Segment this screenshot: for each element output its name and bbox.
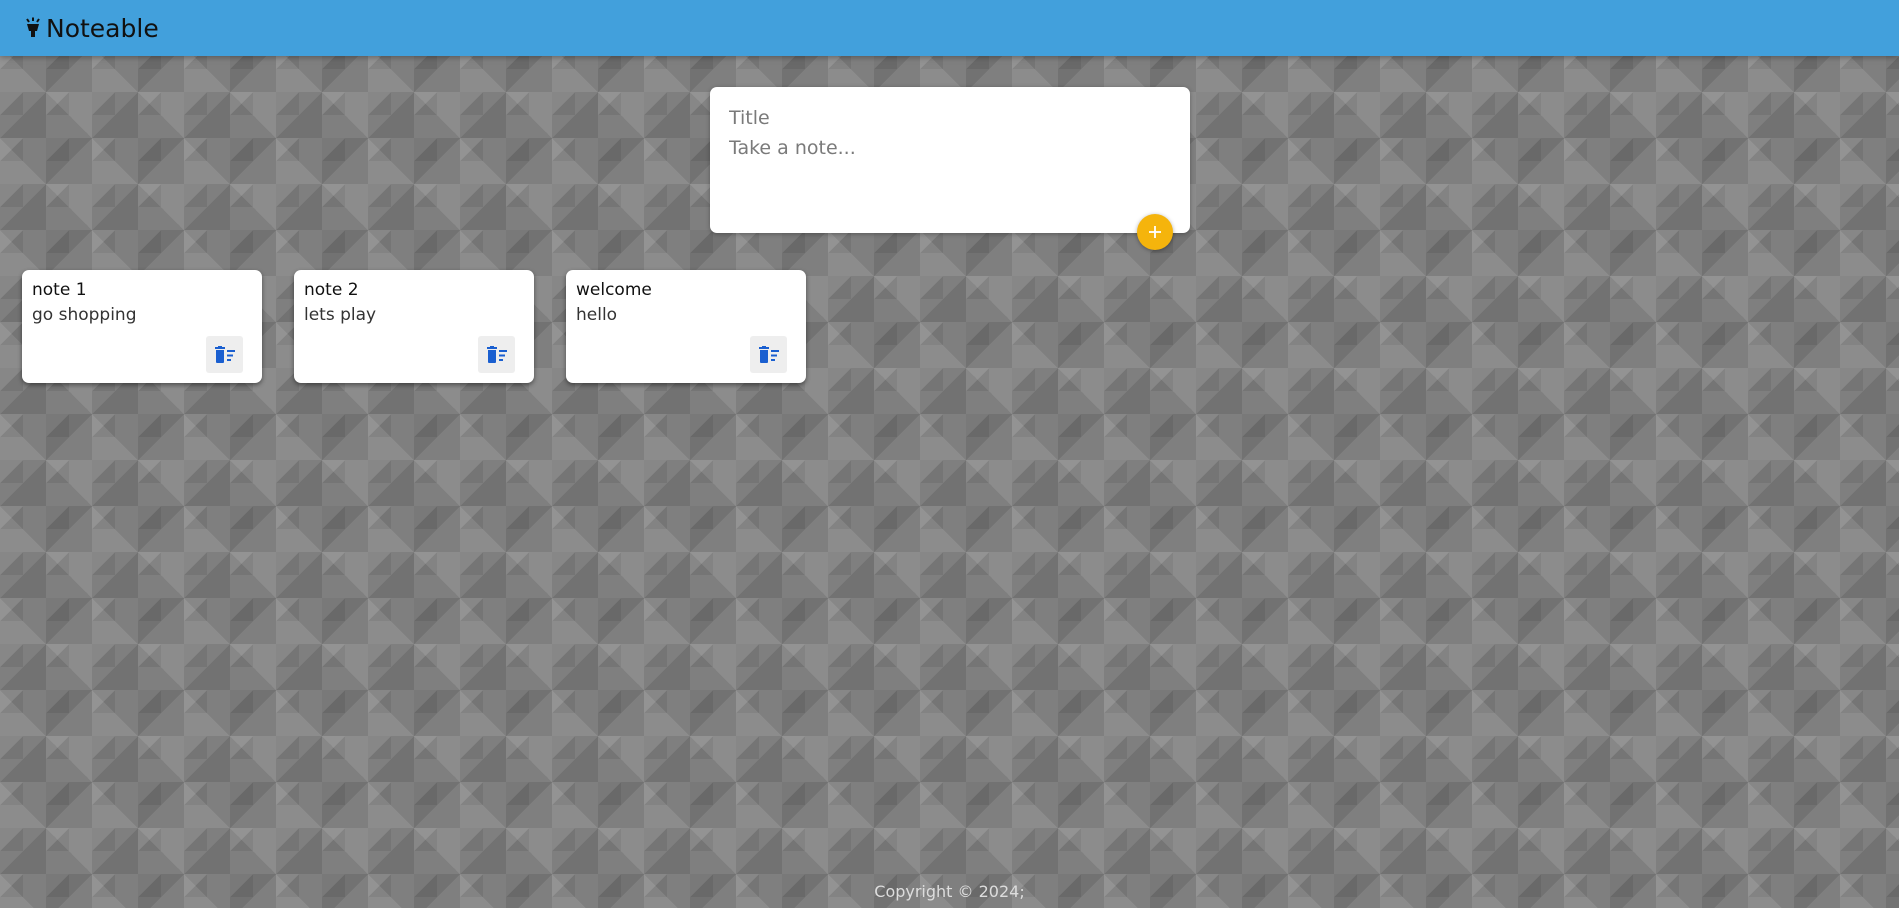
delete-note-button[interactable] <box>750 336 787 373</box>
lamp-icon <box>26 17 40 37</box>
copyright-text: Copyright © 2024; <box>874 882 1025 901</box>
footer: Copyright © 2024; <box>0 882 1899 901</box>
delete-sweep-icon <box>486 345 507 363</box>
note-body: lets play <box>304 305 377 325</box>
delete-sweep-icon <box>214 345 235 363</box>
plus-icon <box>1149 226 1161 238</box>
note-card: note 2 lets play <box>294 270 534 383</box>
add-note-button[interactable] <box>1137 214 1173 250</box>
note-card: note 1 go shopping <box>22 270 262 383</box>
note-body: go shopping <box>32 305 137 325</box>
delete-note-button[interactable] <box>478 336 515 373</box>
note-body-input[interactable] <box>729 137 1171 197</box>
note-body: hello <box>576 305 618 325</box>
note-title: note 1 <box>32 280 87 300</box>
app-title: Noteable <box>46 13 159 43</box>
note-title-input[interactable] <box>729 105 1171 131</box>
brand[interactable]: Noteable <box>24 14 159 43</box>
note-title: note 2 <box>304 280 359 300</box>
app-header: Noteable <box>0 0 1899 56</box>
notes-list: note 1 go shopping note 2 lets play welc… <box>22 270 806 383</box>
delete-sweep-icon <box>758 345 779 363</box>
delete-note-button[interactable] <box>206 336 243 373</box>
create-note-form <box>710 87 1190 250</box>
note-title: welcome <box>576 280 652 300</box>
note-card: welcome hello <box>566 270 806 383</box>
